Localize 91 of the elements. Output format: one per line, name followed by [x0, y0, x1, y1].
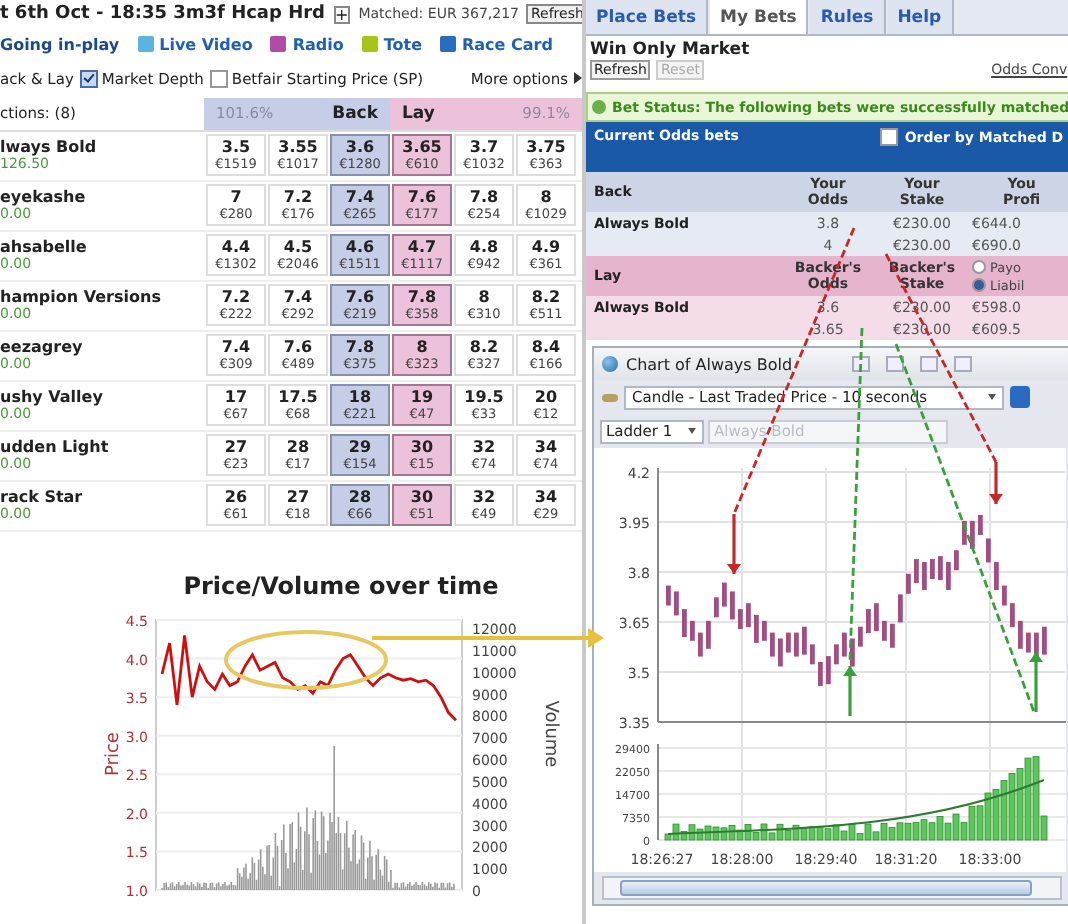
candle	[690, 620, 695, 641]
maximize-button[interactable]	[920, 356, 939, 372]
tab[interactable]: Help	[887, 0, 954, 34]
candle	[810, 644, 815, 665]
dropdown-arrow-icon	[688, 428, 696, 434]
candle	[722, 582, 727, 607]
candle	[738, 609, 743, 630]
candle	[978, 514, 983, 535]
runner-name: eezagrey	[0, 338, 85, 357]
checkbox[interactable]	[79, 69, 98, 88]
checkbox[interactable]	[209, 69, 228, 88]
tab[interactable]: Rules	[810, 0, 886, 34]
scrollbar-thumb[interactable]	[620, 880, 1032, 896]
candle	[778, 638, 783, 667]
candle	[946, 562, 951, 590]
tab[interactable]: My Bets	[710, 0, 809, 34]
candle	[850, 638, 855, 667]
market-link[interactable]: Tote	[361, 35, 422, 54]
candle	[890, 623, 895, 648]
candle	[938, 556, 943, 581]
expand-button[interactable]: +	[333, 5, 351, 24]
candle	[746, 603, 751, 628]
candle	[714, 597, 719, 618]
runner-name: eyekashe	[0, 188, 88, 207]
market-link[interactable]: Radio	[270, 35, 344, 54]
candle	[826, 656, 831, 685]
candle	[762, 620, 767, 641]
market-name: Win Only Market	[590, 40, 752, 60]
candle	[802, 626, 807, 655]
runner-name: hampion Versions	[0, 288, 163, 307]
toolbar-button[interactable]	[1010, 386, 1030, 408]
chart-title: Price/Volume over time	[181, 572, 499, 600]
runner-name: lways Bold	[0, 138, 99, 157]
candle	[754, 614, 759, 643]
key-icon	[602, 393, 618, 401]
candle	[1010, 603, 1015, 628]
tab[interactable]: Place Bets	[586, 0, 709, 34]
check-icon	[592, 100, 606, 114]
candle	[930, 559, 935, 580]
candle	[698, 632, 703, 657]
candle	[986, 538, 991, 563]
runner-name: rack Star	[0, 488, 85, 507]
scrollbar[interactable]	[602, 876, 1062, 900]
candle	[786, 632, 791, 653]
candle	[954, 550, 959, 571]
market-link[interactable]: Going in-play	[0, 35, 120, 54]
candle	[1026, 632, 1031, 653]
back-label: Back	[332, 103, 378, 124]
runner-name: udden Light	[0, 438, 111, 457]
axis-title: Volume	[539, 700, 559, 768]
candle	[1034, 632, 1039, 657]
window-button[interactable]	[852, 356, 871, 372]
candle	[818, 662, 823, 686]
checkbox[interactable]	[880, 128, 899, 146]
axis-title: Price	[103, 732, 123, 776]
runner-name: ahsabelle	[0, 238, 89, 257]
candle	[770, 632, 775, 657]
lay-label: Lay	[402, 103, 435, 124]
runner-name: ushy Valley	[0, 388, 105, 407]
candle	[1042, 626, 1047, 655]
dropdown-arrow-icon	[988, 394, 996, 400]
candle	[1002, 585, 1007, 606]
close-button[interactable]	[954, 356, 973, 372]
globe-icon	[602, 356, 618, 372]
window-title: Chart of Always Bold	[626, 355, 793, 373]
candle	[730, 591, 735, 620]
radio-button[interactable]	[972, 260, 986, 274]
candle	[882, 620, 887, 641]
candle	[898, 594, 903, 623]
candle	[914, 559, 919, 584]
candle	[706, 620, 711, 649]
candle	[1018, 620, 1023, 649]
candle	[994, 562, 999, 590]
candle	[674, 591, 679, 616]
market-title: t 6th Oct - 18:35 3m3f Hcap Hrd	[0, 4, 325, 25]
candle	[834, 644, 839, 665]
candle	[866, 609, 871, 634]
radio-button[interactable]	[972, 278, 986, 292]
candle	[682, 609, 687, 638]
market-link[interactable]: Race Card	[440, 35, 553, 54]
market-link[interactable]: Live Video	[137, 35, 253, 54]
candle	[970, 520, 975, 549]
candle	[794, 632, 799, 657]
candle	[922, 562, 927, 590]
candle	[874, 603, 879, 632]
candle	[962, 520, 967, 545]
minimize-button[interactable]	[886, 356, 905, 372]
candle	[666, 585, 671, 606]
candle	[906, 573, 911, 594]
candle	[842, 632, 847, 657]
candle	[858, 626, 863, 647]
